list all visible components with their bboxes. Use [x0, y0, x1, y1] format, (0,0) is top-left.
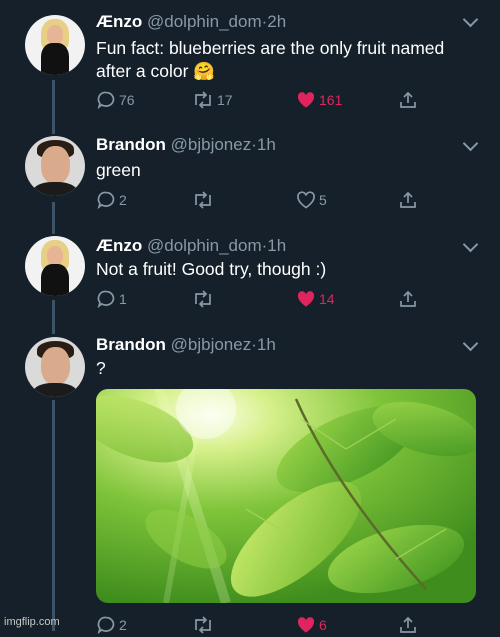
tweet-actions: 1 14: [96, 287, 426, 311]
avatar[interactable]: [25, 236, 85, 296]
timestamp[interactable]: 1h: [257, 135, 276, 154]
chevron-down-icon[interactable]: [462, 135, 479, 152]
share-icon: [400, 616, 416, 633]
reply-count: 1: [119, 291, 127, 307]
share-icon: [400, 290, 416, 307]
like-button[interactable]: 6: [296, 613, 327, 637]
tweet[interactable]: Brandon @bjbjonez·1h green 2 5: [0, 120, 500, 225]
display-name[interactable]: Ænzo: [96, 12, 142, 31]
reply-icon: [97, 191, 115, 210]
retweet-icon: [195, 191, 211, 209]
tweet-actions: 2 6: [96, 613, 426, 637]
avatar[interactable]: [25, 15, 85, 75]
reply-button[interactable]: 1: [96, 287, 127, 311]
tweet-text-line: Not a fruit! Good try, though :): [96, 259, 327, 279]
share-button[interactable]: [398, 88, 418, 112]
username[interactable]: @dolphin_dom: [147, 236, 262, 255]
tweet-text-line: ?: [96, 358, 106, 378]
tweet-header: Brandon @bjbjonez·1h: [96, 135, 276, 155]
tweet-text: ?: [96, 357, 486, 380]
like-button[interactable]: 14: [296, 287, 335, 311]
tweet[interactable]: Ænzo @dolphin_dom·2h Fun fact: blueberri…: [0, 0, 500, 120]
tweet-header: Brandon @bjbjonez·1h: [96, 335, 276, 355]
tweet-text: Fun fact: blueberries are the only fruit…: [96, 37, 486, 83]
share-button[interactable]: [398, 613, 418, 637]
reply-button[interactable]: 76: [96, 88, 135, 112]
reply-count: 76: [119, 92, 135, 108]
tweet-header: Ænzo @dolphin_dom·1h: [96, 236, 286, 256]
display-name[interactable]: Brandon: [96, 135, 166, 154]
reply-icon: [97, 91, 115, 110]
heart-icon: [297, 92, 315, 108]
tweet-text-line: after a color 🤗: [96, 61, 216, 81]
heart-icon: [297, 191, 315, 209]
display-name[interactable]: Ænzo: [96, 236, 142, 255]
chevron-down-icon[interactable]: [462, 335, 479, 352]
share-icon: [400, 91, 416, 108]
retweet-icon: [195, 290, 211, 308]
reply-button[interactable]: 2: [96, 613, 127, 637]
username[interactable]: @bjbjonez: [171, 335, 252, 354]
like-button[interactable]: 5: [296, 188, 327, 212]
retweet-button[interactable]: [192, 188, 217, 212]
avatar[interactable]: [25, 136, 85, 196]
leaves-image: [96, 389, 476, 603]
retweet-button[interactable]: 17: [192, 88, 233, 112]
share-button[interactable]: [398, 287, 418, 311]
heart-icon: [297, 291, 315, 307]
reply-icon: [97, 290, 115, 309]
like-count: 5: [319, 192, 327, 208]
like-button[interactable]: 161: [296, 88, 342, 112]
reply-button[interactable]: 2: [96, 188, 127, 212]
display-name[interactable]: Brandon: [96, 335, 166, 354]
share-icon: [400, 191, 416, 208]
retweet-count: 17: [217, 92, 233, 108]
avatar[interactable]: [25, 337, 85, 397]
leaves-photo[interactable]: [96, 389, 476, 603]
tweet-actions: 76 17 161: [96, 88, 426, 112]
like-count: 161: [319, 92, 343, 108]
timestamp[interactable]: 2h: [267, 12, 286, 31]
timestamp[interactable]: 1h: [257, 335, 276, 354]
tweet[interactable]: Ænzo @dolphin_dom·1h Not a fruit! Good t…: [0, 225, 500, 330]
share-button[interactable]: [398, 188, 418, 212]
retweet-icon: [195, 91, 211, 109]
retweet-icon: [195, 616, 211, 634]
reply-count: 2: [119, 192, 127, 208]
username[interactable]: @dolphin_dom: [147, 12, 262, 31]
tweet-text: green: [96, 159, 486, 182]
tweet-actions: 2 5: [96, 188, 426, 212]
timestamp[interactable]: 1h: [267, 236, 286, 255]
retweet-button[interactable]: [192, 287, 217, 311]
like-count: 14: [319, 291, 335, 307]
chevron-down-icon[interactable]: [462, 236, 479, 253]
tweet-text: Not a fruit! Good try, though :): [96, 258, 486, 281]
chevron-down-icon[interactable]: [462, 11, 479, 28]
tweet-text-line: green: [96, 160, 141, 180]
watermark: imgflip.com: [4, 616, 60, 628]
retweet-button[interactable]: [192, 613, 217, 637]
reply-icon: [97, 616, 115, 635]
username[interactable]: @bjbjonez: [171, 135, 252, 154]
tweet-header: Ænzo @dolphin_dom·2h: [96, 12, 286, 32]
tweet-text-line: Fun fact: blueberries are the only fruit…: [96, 38, 445, 58]
heart-icon: [297, 617, 315, 633]
